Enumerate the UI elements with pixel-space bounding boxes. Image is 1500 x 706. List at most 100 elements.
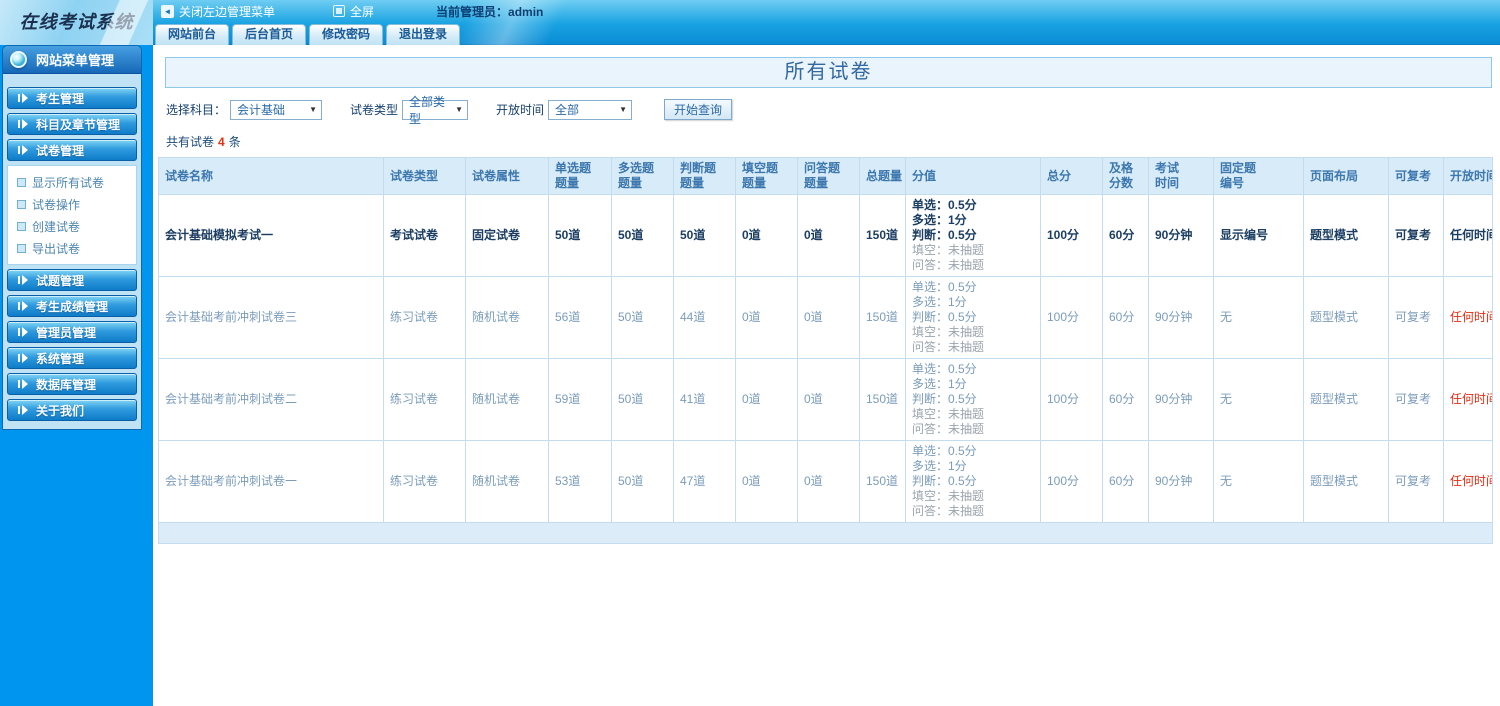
cell-total-score: 100分 [1040,358,1103,441]
cell-open-time: 任何时间 [1443,358,1493,441]
column-header: 页面布局 [1303,157,1389,195]
cell-name: 会计基础模拟考试一 [158,194,384,277]
cell-retake: 可复考 [1388,276,1444,359]
play-icon [18,119,29,129]
table-row: 会计基础考前冲刺试卷三 练习试卷 随机试卷 56道 50道 44道 0道 0道 150道 单选：0… [158,276,1493,359]
chevron-down-icon: ▼ [309,105,318,114]
bullet-square-icon [17,199,26,209]
subject-select[interactable]: 会计基础 ▼ [230,99,323,120]
sidebar-button[interactable]: 数据库管理 [7,373,137,395]
current-admin-label: 当前管理员：admin [436,4,544,19]
cell-judge: 47道 [673,440,736,523]
sidebar-button[interactable]: 试卷管理 [7,139,137,161]
nav-tab[interactable]: 后台首页 [232,24,307,45]
cell-pass-score: 60分 [1102,440,1149,523]
cell-single: 56道 [548,276,612,359]
cell-score: 单选：0.5分 多选：1分 判断：0.5分 填空：未抽题 问答：未抽题 [905,276,1041,359]
cell-total-score: 100分 [1040,194,1103,277]
page-title: 所有试卷 [784,61,873,83]
cell-judge: 41道 [673,358,736,441]
cell-attr: 随机试卷 [465,358,549,441]
fullscreen-button[interactable]: 全屏 [333,3,374,20]
app-logo: 在线考试系统 [0,0,153,45]
column-header: 单选题 题量 [548,157,612,195]
cell-type: 练习试卷 [383,358,466,441]
column-header: 开放时间 [1443,157,1493,195]
sidebar-button[interactable]: 考生成绩管理 [7,295,137,317]
submenu-item[interactable]: 试卷操作 [17,193,136,215]
play-icon [18,405,29,415]
menu-sphere-icon [10,51,27,68]
table-body: 会计基础模拟考试一 考试试卷 固定试卷 50道 50道 50道 0道 0道 150道 单选：0.5… [158,194,1493,523]
sidebar-button[interactable]: 试题管理 [7,269,137,291]
time-select[interactable]: 全部 ▼ [548,99,633,120]
table-row: 会计基础考前冲刺试卷一 练习试卷 随机试卷 53道 50道 47道 0道 0道 150道 单选：0… [158,440,1493,523]
collapse-sidebar-button[interactable]: ◄ 关闭左边管理菜单 [161,3,275,20]
cell-total-score: 100分 [1040,276,1103,359]
cell-fixed-no: 无 [1213,276,1304,359]
cell-single: 59道 [548,358,612,441]
play-icon [18,353,29,363]
cell-multi: 50道 [611,358,674,441]
column-header: 试卷属性 [465,157,549,195]
type-filter-label: 试卷类型 [350,103,399,117]
cell-fill: 0道 [735,358,798,441]
tab-bar: 网站前台 后台首页 修改密码 退出登录 [155,22,461,45]
submenu-item-label: 导出试卷 [32,241,81,256]
cell-total: 150道 [859,194,906,277]
summary-suffix: 条 [228,135,241,149]
cell-fill: 0道 [735,440,798,523]
cell-qa: 0道 [797,276,860,359]
play-icon [18,275,29,285]
sidebar-button[interactable]: 管理员管理 [7,321,137,343]
column-header: 分值 [905,157,1041,195]
cell-name: 会计基础考前冲刺试卷一 [158,440,384,523]
submenu-item[interactable]: 创建试卷 [17,215,136,237]
cell-fixed-no: 无 [1213,358,1304,441]
cell-multi: 50道 [611,440,674,523]
cell-single: 53道 [548,440,612,523]
type-select[interactable]: 全部类型 ▼ [402,95,469,126]
filter-bar: 选择科目： 会计基础 ▼ 试卷类型 全部类型 ▼ 开放时间 全部 ▼ 开始查询 [166,95,1500,126]
bullet-square-icon [17,243,26,253]
column-header: 及格 分数 [1102,157,1149,195]
sidebar-button[interactable]: 考生管理 [7,87,137,109]
nav-tab[interactable]: 网站前台 [155,24,230,45]
sidebar-button-label: 关于我们 [36,403,85,418]
table-row: 会计基础考前冲刺试卷二 练习试卷 随机试卷 59道 50道 41道 0道 0道 150道 单选：0… [158,358,1493,441]
cell-attr: 随机试卷 [465,276,549,359]
sidebar-button[interactable]: 科目及章节管理 [7,113,137,135]
play-icon [18,301,29,311]
cell-exam-time: 90分钟 [1148,358,1214,441]
submenu-item-label: 创建试卷 [32,219,81,234]
fullscreen-icon [333,5,346,17]
submenu-item[interactable]: 显示所有试卷 [17,171,136,193]
query-button[interactable]: 开始查询 [664,99,733,120]
bullet-square-icon [17,177,26,187]
table-foot [158,522,1493,544]
submenu-item[interactable]: 导出试卷 [17,237,136,259]
time-filter-label: 开放时间 [496,103,545,117]
sidebar-button-label: 考生管理 [36,91,85,106]
sidebar-button-label: 数据库管理 [36,377,97,392]
cell-retake: 可复考 [1388,358,1444,441]
result-summary: 共有试卷 4 条 [166,133,1500,150]
sidebar-button[interactable]: 关于我们 [7,399,137,421]
play-icon [18,327,29,337]
play-icon [18,93,29,103]
app-header: 在线考试系统 ◄ 关闭左边管理菜单 全屏 当前管理员：admin 网站前台 后台首… [0,0,1500,45]
cell-total: 150道 [859,440,906,523]
column-header: 可复考 [1388,157,1444,195]
bullet-square-icon [17,221,26,231]
cell-type: 考试试卷 [383,194,466,277]
nav-tab[interactable]: 退出登录 [386,24,461,45]
sidebar-button-label: 管理员管理 [36,325,97,340]
cell-exam-time: 90分钟 [1148,440,1214,523]
fullscreen-label: 全屏 [350,4,375,19]
nav-tab[interactable]: 修改密码 [309,24,384,45]
column-header: 考试 时间 [1148,157,1214,195]
sidebar-button-label: 考生成绩管理 [36,299,109,314]
cell-total-score: 100分 [1040,440,1103,523]
cell-judge: 50道 [673,194,736,277]
sidebar-button[interactable]: 系统管理 [7,347,137,369]
